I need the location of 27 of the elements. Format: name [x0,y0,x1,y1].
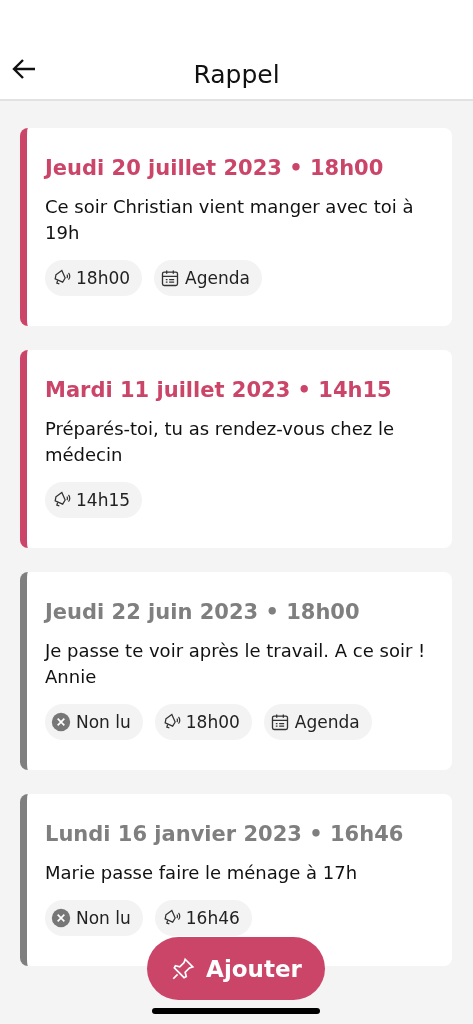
calendar-icon [160,268,181,288]
agenda-chip: Agenda [154,260,262,296]
reminder-date: Lundi 16 janvier 2023 • 16h46 [45,821,405,848]
reminder-card[interactable]: Jeudi 20 juillet 2023 • 18h00 Ce soir Christian vient manger avec toi à 19h 18h00 Agenda [20,128,452,326]
reminder-message: Marie passe faire le ménage à 17h [45,861,359,885]
reminder-card[interactable]: Jeudi 22 juin 2023 • 18h00 Je passe te voir après le travail. A ce soir ! Annie Non lu 18h00 Agenda [20,572,452,770]
pushpin-icon [170,955,197,982]
reminder-message: Préparés-toi, tu as rendez-vous chez le médecin [45,417,396,467]
reminder-date: Jeudi 20 juillet 2023 • 18h00 [45,155,385,182]
alarm-time-chip: 18h00 [45,260,143,296]
close-circle-icon [51,712,71,732]
reminder-date: Jeudi 22 juin 2023 • 18h00 [45,599,361,626]
unread-status-chip: Non lu [45,704,143,740]
alarm-time-chip: 16h46 [154,900,252,936]
add-button[interactable]: Ajouter [147,937,325,1000]
reminder-date: Mardi 11 juillet 2023 • 14h15 [45,377,393,404]
alarm-time-chip: 14h15 [45,482,143,518]
close-circle-icon [51,908,71,928]
reminder-message: Ce soir Christian vient manger avec toi à 19h [45,195,415,245]
reminder-card[interactable]: Mardi 11 juillet 2023 • 14h15 Préparés-toi, tu as rendez-vous chez le médecin 14h15 [20,350,452,548]
back-arrow-icon [11,58,37,80]
agenda-chip: Agenda [263,704,372,740]
unread-status-chip: Non lu [45,900,143,936]
reminder-message: Je passe te voir après le travail. A ce soir ! Annie [45,639,427,689]
alarm-time-chip: 18h00 [154,704,252,740]
calendar-icon [269,712,290,732]
page-title: Rappel [193,60,280,89]
